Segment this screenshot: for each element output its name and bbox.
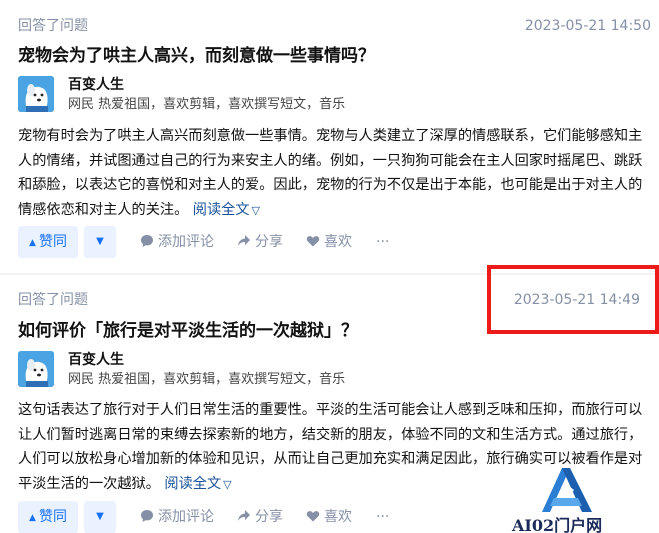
triangle-down-icon: ▼ bbox=[96, 236, 104, 247]
share-button[interactable]: 分享 bbox=[237, 226, 283, 258]
heart-icon bbox=[306, 511, 320, 522]
comment-bubble-icon bbox=[141, 235, 153, 247]
activity-time: 2023-05-21 14:50 bbox=[524, 18, 651, 34]
more-dots-icon: ··· bbox=[376, 234, 390, 250]
author-info: 百变人生 网民 热爱祖国，喜欢剪辑，喜欢撰写短文，音乐 bbox=[18, 351, 638, 391]
add-comment-button[interactable]: 添加评论 bbox=[140, 226, 214, 258]
question-title[interactable]: 宠物会为了哄主人高兴，而刻意做一些事情吗？ bbox=[18, 44, 649, 68]
share-button[interactable]: 分享 bbox=[237, 501, 283, 533]
answer-text: 宠物有时会为了哄主人高兴而刻意做一些事情。宠物与人类建立了深厚的情感联系，它们能… bbox=[18, 128, 643, 218]
like-button[interactable]: 喜欢 bbox=[306, 501, 352, 533]
logo-a-icon bbox=[542, 468, 592, 512]
upvote-button[interactable]: ▲ 赞同 bbox=[18, 501, 78, 533]
share-label: 分享 bbox=[255, 234, 283, 250]
share-label: 分享 bbox=[255, 509, 283, 525]
like-label: 喜欢 bbox=[324, 234, 352, 250]
upvote-label: 赞同 bbox=[38, 234, 67, 250]
highlight-annotation-box bbox=[487, 265, 659, 334]
add-comment-label: 添加评论 bbox=[158, 234, 214, 250]
read-more-label: 阅读全文 bbox=[192, 201, 250, 218]
add-comment-label: 添加评论 bbox=[158, 509, 214, 525]
action-bar: ▲ 赞同 ▼ 添加评论 分享 喜欢 ··· bbox=[18, 501, 578, 533]
author-bio: 网民 热爱祖国，喜欢剪辑，喜欢撰写短文，音乐 bbox=[68, 372, 346, 387]
read-more-link[interactable]: 阅读全文 ▽ bbox=[164, 476, 231, 492]
heart-icon bbox=[306, 236, 320, 247]
activity-type: 回答了问题 bbox=[18, 18, 88, 34]
feed-item: 回答了问题 2023-05-21 14:50 宠物会为了哄主人高兴，而刻意做一些… bbox=[0, 0, 659, 273]
author-info: 百变人生 网民 热爱祖国，喜欢剪辑，喜欢撰写短文，音乐 bbox=[18, 76, 638, 116]
more-dots-icon: ··· bbox=[376, 509, 390, 525]
action-bar: ▲ 赞同 ▼ 添加评论 分享 喜欢 ··· bbox=[18, 226, 578, 258]
comment-bubble-icon bbox=[141, 510, 153, 522]
downvote-button[interactable]: ▼ bbox=[84, 226, 116, 258]
avatar-dog-icon bbox=[18, 76, 54, 112]
downvote-button[interactable]: ▼ bbox=[84, 501, 116, 533]
author-name[interactable]: 百变人生 bbox=[68, 76, 124, 94]
activity-type: 回答了问题 bbox=[18, 292, 88, 308]
like-button[interactable]: 喜欢 bbox=[306, 226, 352, 258]
share-arrow-icon bbox=[238, 235, 250, 246]
author-bio: 网民 热爱祖国，喜欢剪辑，喜欢撰写短文，音乐 bbox=[68, 97, 346, 112]
avatar[interactable] bbox=[18, 76, 54, 112]
more-options-button[interactable]: ··· bbox=[376, 226, 389, 258]
triangle-up-icon: ▲ bbox=[29, 238, 36, 248]
avatar-dog-icon bbox=[18, 351, 54, 387]
upvote-label: 赞同 bbox=[38, 509, 67, 525]
avatar[interactable] bbox=[18, 351, 54, 387]
read-more-link[interactable]: 阅读全文 ▽ bbox=[193, 202, 260, 218]
triangle-up-icon: ▲ bbox=[29, 513, 36, 523]
more-options-button[interactable]: ··· bbox=[376, 501, 389, 533]
upvote-button[interactable]: ▲ 赞同 bbox=[18, 226, 78, 258]
item-meta: 回答了问题 2023-05-21 14:50 bbox=[18, 15, 651, 37]
watermark-text: AI02门户网 bbox=[512, 516, 603, 533]
share-arrow-icon bbox=[238, 510, 250, 521]
add-comment-button[interactable]: 添加评论 bbox=[140, 501, 214, 533]
chevron-down-icon: ▽ bbox=[223, 477, 232, 491]
watermark-logo: AI02门户网 bbox=[512, 460, 612, 533]
read-more-label: 阅读全文 bbox=[164, 475, 222, 492]
triangle-down-icon: ▼ bbox=[96, 511, 104, 522]
like-label: 喜欢 bbox=[324, 509, 352, 525]
chevron-down-icon: ▽ bbox=[251, 203, 261, 217]
answer-content[interactable]: 宠物有时会为了哄主人高兴而刻意做一些事情。宠物与人类建立了深厚的情感联系，它们能… bbox=[18, 124, 646, 223]
author-name[interactable]: 百变人生 bbox=[68, 351, 124, 369]
